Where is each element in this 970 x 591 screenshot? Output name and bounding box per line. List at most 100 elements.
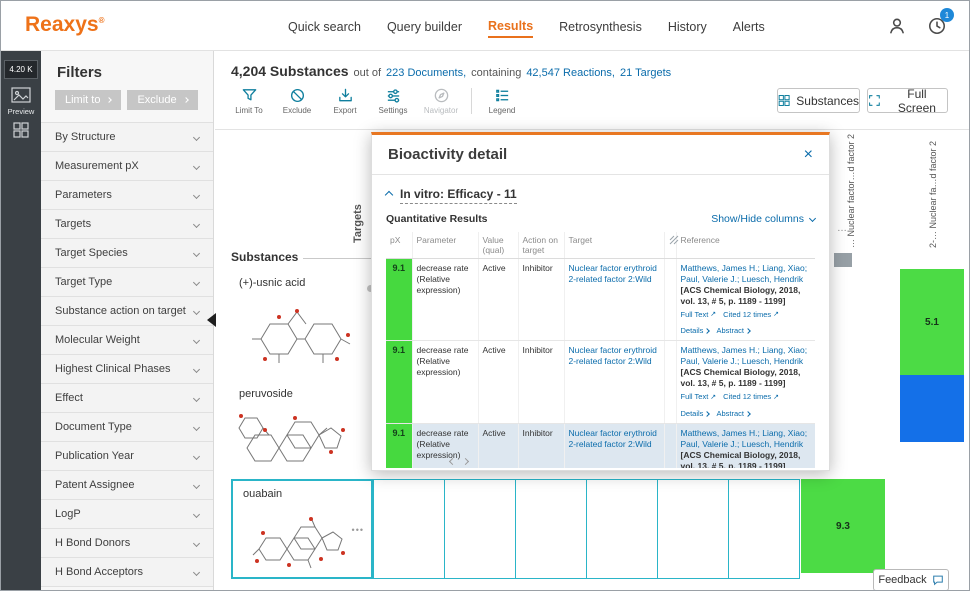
link-full-text[interactable]: Full Text↗ <box>681 310 717 320</box>
col-action-on-target[interactable]: Action on target <box>518 232 564 259</box>
reference-authors[interactable]: Matthews, James H.; Liang, Xiao; Paul, V… <box>681 345 808 366</box>
chevron-down-icon <box>193 278 200 285</box>
matrix-cell-empty[interactable] <box>586 479 658 579</box>
heatmap-cell-usnic[interactable]: 5.1 <box>900 269 964 375</box>
reaxys-logo[interactable]: Reaxys® <box>25 13 104 37</box>
left-rail: 4.20 K Preview <box>1 51 41 590</box>
result-count-badge[interactable]: 4.20 K <box>4 60 38 79</box>
full-screen-button[interactable]: Full Screen <box>867 88 948 113</box>
col-value-qual[interactable]: Value (qual) <box>478 232 518 259</box>
sliders-icon <box>385 87 402 104</box>
documents-link[interactable]: 223 Documents, <box>386 67 466 79</box>
link-details[interactable]: Details <box>681 326 710 336</box>
chevron-down-icon <box>193 307 200 314</box>
user-icon[interactable] <box>887 16 907 36</box>
reference-authors[interactable]: Matthews, James H.; Liang, Xiao; Paul, V… <box>681 428 808 449</box>
limit-to-button[interactable]: Limit to <box>55 90 121 110</box>
chevron-down-icon <box>193 452 200 459</box>
filter-item-patent-assignee[interactable]: Patent Assignee <box>41 471 213 500</box>
filter-item-parameters[interactable]: Parameters <box>41 181 213 210</box>
link-cited-12-times[interactable]: Cited 12 times↗ <box>723 310 779 320</box>
scroll-right-icon[interactable] <box>462 458 469 465</box>
link-details[interactable]: Details <box>681 409 710 419</box>
filter-item-target-type[interactable]: Target Type <box>41 268 213 297</box>
filter-item-logp[interactable]: LogP <box>41 500 213 529</box>
horizontal-scrollbar[interactable] <box>450 459 468 464</box>
feedback-button[interactable]: Feedback <box>873 569 949 591</box>
settings-tool[interactable]: Settings <box>375 87 411 115</box>
filter-item-h-bond-donors[interactable]: H Bond Donors <box>41 529 213 558</box>
section-in-vitro-efficacy[interactable]: In vitro: Efficacy - 11 <box>386 187 517 204</box>
grid-view-icon[interactable] <box>9 120 33 140</box>
link-full-text[interactable]: Full Text↗ <box>681 392 717 402</box>
matrix-header-cell[interactable] <box>834 253 852 267</box>
close-icon[interactable]: × <box>804 147 813 163</box>
filter-item-molecular-weight[interactable]: Molecular Weight <box>41 326 213 355</box>
substance-cell-ouabain[interactable]: ouabain ••• <box>231 479 373 579</box>
export-tool[interactable]: Export <box>327 87 363 115</box>
filter-item-publication-year[interactable]: Publication Year <box>41 442 213 471</box>
substance-name-usnic-acid[interactable]: (+)-usnic acid <box>239 277 305 289</box>
bioactivity-row[interactable]: 9.1decrease rate (Relative expression)Ac… <box>386 341 815 424</box>
preview-image-icon[interactable] <box>9 85 33 105</box>
filter-item-substance-action-on-target[interactable]: Substance action on target <box>41 297 213 326</box>
matrix-cell-empty[interactable] <box>657 479 729 579</box>
substances-view-button[interactable]: Substances <box>777 88 860 113</box>
target-link[interactable]: Nuclear factor erythroid 2-related facto… <box>569 428 657 449</box>
exclude-tool[interactable]: Exclude <box>279 87 315 115</box>
limit-to-tool[interactable]: Limit To <box>231 87 267 115</box>
nav-item-query-builder[interactable]: Query builder <box>387 16 462 37</box>
matrix-cell-empty[interactable] <box>373 479 445 579</box>
filter-item-measurement-px[interactable]: Measurement pX <box>41 152 213 181</box>
matrix-cell-empty[interactable] <box>515 479 587 579</box>
notification-badge: 1 <box>940 8 954 22</box>
action-on-target-value: Inhibitor <box>518 423 564 468</box>
nav-item-alerts[interactable]: Alerts <box>733 16 765 37</box>
matrix-cell-empty[interactable] <box>444 479 516 579</box>
history-clock-icon[interactable]: 1 <box>927 16 947 36</box>
filter-item-highest-clinical-phases[interactable]: Highest Clinical Phases <box>41 355 213 384</box>
filter-item-h-bond-acceptors[interactable]: H Bond Acceptors <box>41 558 213 587</box>
collapse-panel-handle[interactable] <box>207 313 216 327</box>
col-collapsed[interactable] <box>664 232 676 259</box>
show-hide-columns[interactable]: Show/Hide columns <box>711 213 815 225</box>
nav-item-quick-search[interactable]: Quick search <box>288 16 361 37</box>
bioactivity-row[interactable]: 9.1decrease rate (Relative expression)Ac… <box>386 258 815 341</box>
reference-authors[interactable]: Matthews, James H.; Liang, Xiao; Paul, V… <box>681 263 808 284</box>
link-abstract[interactable]: Abstract <box>716 326 750 336</box>
substance-name-ouabain[interactable]: ouabain <box>243 488 282 500</box>
col-parameter[interactable]: Parameter <box>412 232 478 259</box>
filter-item-document-type[interactable]: Document Type <box>41 413 213 442</box>
matrix-cell-empty[interactable] <box>728 479 800 579</box>
target-column-1[interactable]: … Nuclear factor…d factor 2 <box>846 134 856 248</box>
reactions-link[interactable]: 42,547 Reactions, <box>526 67 615 79</box>
row-menu-icon[interactable]: ••• <box>352 525 364 535</box>
filter-item-target-species[interactable]: Target Species <box>41 239 213 268</box>
filter-item-targets[interactable]: Targets <box>41 210 213 239</box>
target-column-2[interactable]: 2-… Nuclear fa…d factor 2 <box>928 141 938 248</box>
col-target[interactable]: Target <box>564 232 664 259</box>
heatmap-cell-ouabain[interactable]: 9.3 <box>801 479 885 573</box>
filter-item-effect[interactable]: Effect <box>41 384 213 413</box>
legend-tool[interactable]: Legend <box>484 87 520 115</box>
targets-link[interactable]: 21 Targets <box>620 67 671 79</box>
target-link[interactable]: Nuclear factor erythroid 2-related facto… <box>569 345 657 366</box>
substance-name-peruvoside[interactable]: peruvoside <box>239 388 293 400</box>
nav-item-history[interactable]: History <box>668 16 707 37</box>
col-reference[interactable]: Reference <box>676 232 815 259</box>
nav-item-results[interactable]: Results <box>488 15 533 38</box>
scroll-left-icon[interactable] <box>449 458 456 465</box>
filter-item-by-structure[interactable]: By Structure <box>41 123 213 152</box>
col-px[interactable]: pX <box>386 232 412 259</box>
navigator-tool[interactable]: Navigator <box>423 87 459 115</box>
link-abstract[interactable]: Abstract <box>716 409 750 419</box>
reference-source: [ACS Chemical Biology, 2018, vol. 13, # … <box>681 450 801 468</box>
nav-item-retrosynthesis[interactable]: Retrosynthesis <box>559 16 642 37</box>
exclude-button[interactable]: Exclude <box>127 90 197 110</box>
export-icon <box>337 87 354 104</box>
heatmap-cell-peruvoside[interactable] <box>900 375 964 442</box>
chevron-down-icon <box>809 215 816 222</box>
target-link[interactable]: Nuclear factor erythroid 2-related facto… <box>569 263 657 284</box>
substances-grid-icon <box>778 94 790 107</box>
link-cited-12-times[interactable]: Cited 12 times↗ <box>723 392 779 402</box>
